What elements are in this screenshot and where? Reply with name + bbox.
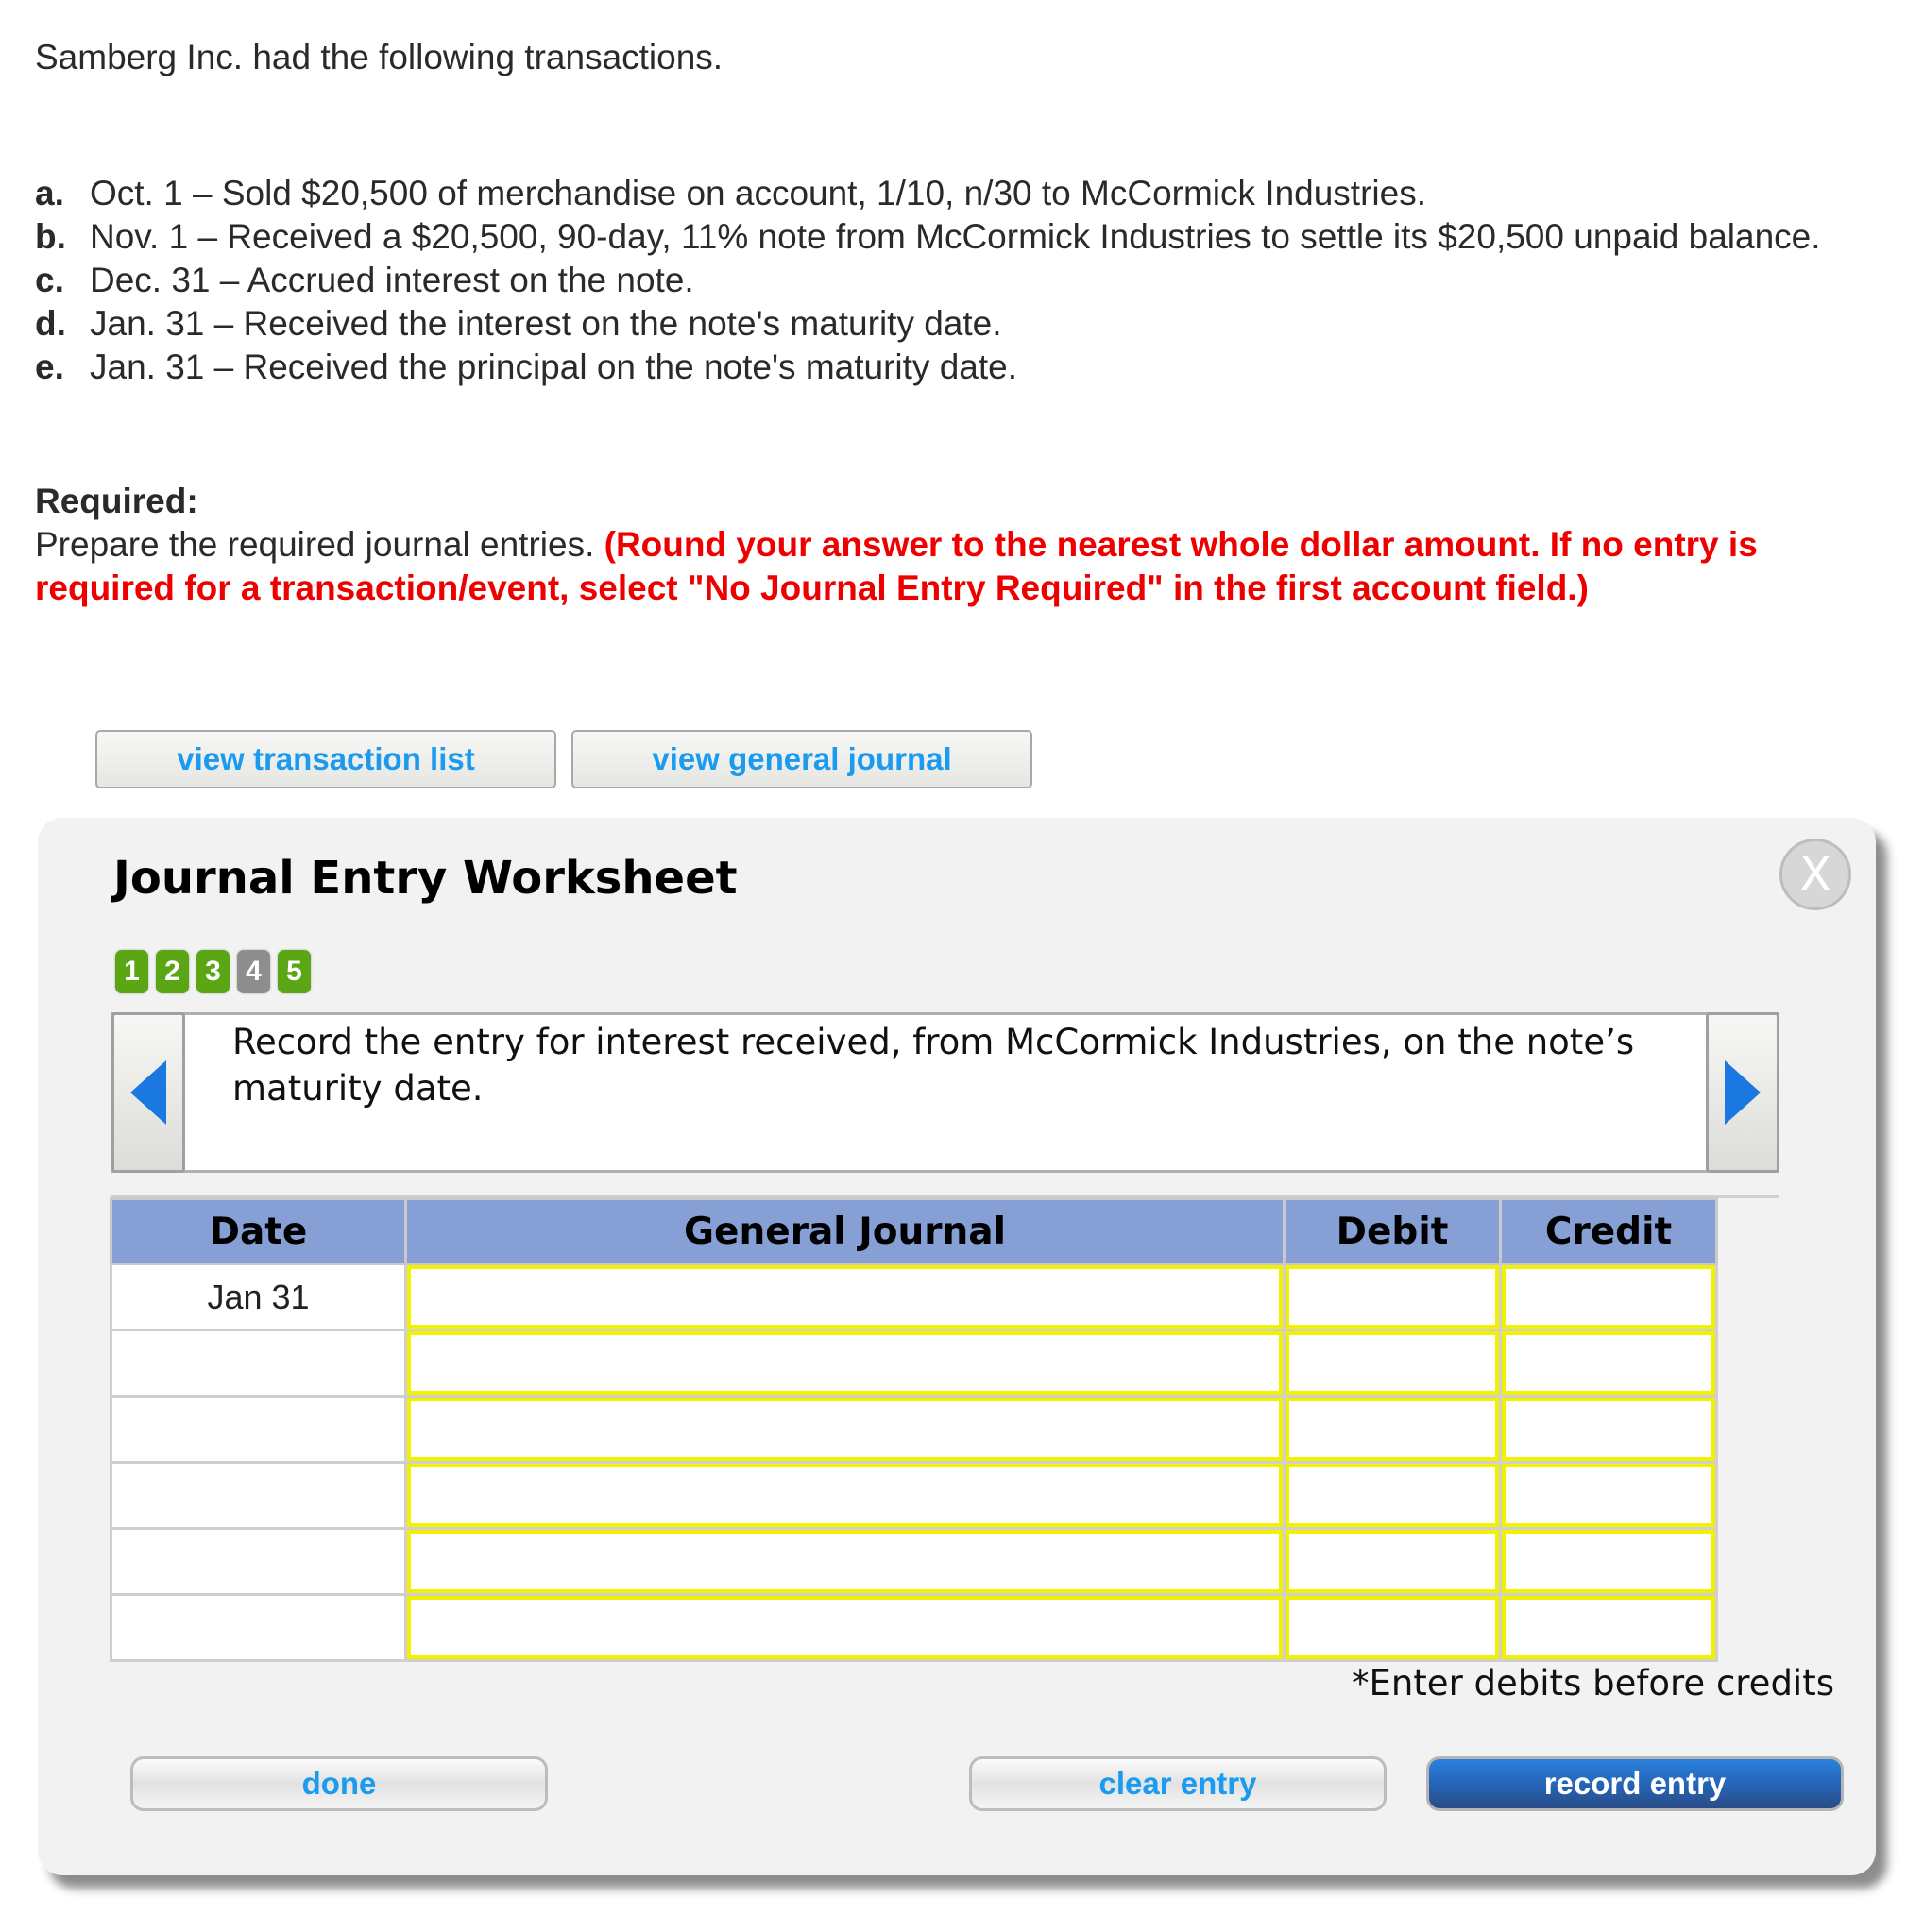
step-2[interactable]: 2 xyxy=(156,950,189,993)
close-button[interactable]: X xyxy=(1779,839,1851,910)
debit-input[interactable] xyxy=(1286,1265,1499,1329)
table-row: Jan 31 xyxy=(110,1263,1718,1331)
transaction-letter: c. xyxy=(35,261,64,299)
date-cell xyxy=(110,1329,407,1398)
debits-before-credits-hint: *Enter debits before credits xyxy=(1351,1663,1834,1703)
step-1[interactable]: 1 xyxy=(115,950,148,993)
table-row xyxy=(110,1527,1718,1596)
date-cell: Jan 31 xyxy=(110,1263,407,1331)
table-row xyxy=(110,1329,1718,1398)
header-date: Date xyxy=(110,1197,407,1265)
account-input[interactable] xyxy=(407,1265,1283,1329)
date-cell xyxy=(110,1395,407,1464)
transaction-text: Dec. 31 – Accrued interest on the note. xyxy=(90,261,694,299)
required-section: Required: Prepare the required journal e… xyxy=(35,480,1830,610)
table-header-row: Date General Journal Debit Credit xyxy=(110,1197,1718,1265)
transaction-item: d. Jan. 31 – Received the interest on th… xyxy=(35,302,1886,346)
view-general-journal-button[interactable]: view general journal xyxy=(571,730,1032,788)
clear-entry-button[interactable]: clear entry xyxy=(969,1756,1387,1811)
credit-input[interactable] xyxy=(1502,1596,1715,1659)
required-instruction: Prepare the required journal entries. xyxy=(35,525,604,564)
transaction-text: Oct. 1 – Sold $20,500 of merchandise on … xyxy=(90,174,1426,212)
step-5[interactable]: 5 xyxy=(278,950,311,993)
debit-input[interactable] xyxy=(1286,1398,1499,1461)
transaction-text: Jan. 31 – Received the principal on the … xyxy=(90,347,1017,386)
record-entry-button[interactable]: record entry xyxy=(1426,1756,1844,1811)
close-icon: X xyxy=(1798,847,1832,902)
worksheet-title: Journal Entry Worksheet xyxy=(113,852,738,905)
header-debit: Debit xyxy=(1283,1197,1502,1265)
table-row xyxy=(110,1593,1718,1662)
table-row xyxy=(110,1395,1718,1464)
transaction-text: Jan. 31 – Received the interest on the n… xyxy=(90,304,1002,343)
arrow-left-icon xyxy=(130,1060,166,1125)
next-button[interactable] xyxy=(1706,1012,1779,1173)
credit-input[interactable] xyxy=(1502,1398,1715,1461)
required-title: Required: xyxy=(35,482,198,520)
arrow-right-icon xyxy=(1725,1060,1761,1125)
transaction-letter: b. xyxy=(35,217,66,256)
date-cell xyxy=(110,1593,407,1662)
header-credit: Credit xyxy=(1499,1197,1718,1265)
account-input[interactable] xyxy=(407,1596,1283,1659)
step-indicator: 1 2 3 4 5 xyxy=(115,950,311,993)
debit-input[interactable] xyxy=(1286,1530,1499,1593)
account-input[interactable] xyxy=(407,1464,1283,1527)
date-cell xyxy=(110,1461,407,1530)
credit-input[interactable] xyxy=(1502,1331,1715,1395)
transaction-letter: a. xyxy=(35,174,64,212)
prompt-text: Record the entry for interest received, … xyxy=(232,1022,1635,1109)
header-general-journal: General Journal xyxy=(404,1197,1286,1265)
table-row xyxy=(110,1461,1718,1530)
intro-text: Samberg Inc. had the following transacti… xyxy=(35,38,724,76)
debit-input[interactable] xyxy=(1286,1596,1499,1659)
account-input[interactable] xyxy=(407,1530,1283,1593)
transaction-item: e. Jan. 31 – Received the principal on t… xyxy=(35,346,1886,389)
journal-table: Date General Journal Debit Credit Jan 31 xyxy=(110,1197,1718,1662)
credit-input[interactable] xyxy=(1502,1530,1715,1593)
transaction-letter: e. xyxy=(35,347,64,386)
prompt-box: Record the entry for interest received, … xyxy=(111,1012,1779,1173)
transaction-item: c. Dec. 31 – Accrued interest on the not… xyxy=(35,259,1886,302)
debit-input[interactable] xyxy=(1286,1331,1499,1395)
transaction-letter: d. xyxy=(35,304,66,343)
journal-entry-worksheet: Journal Entry Worksheet X 1 2 3 4 5 Reco… xyxy=(38,818,1876,1875)
account-input[interactable] xyxy=(407,1398,1283,1461)
credit-input[interactable] xyxy=(1502,1265,1715,1329)
done-button[interactable]: done xyxy=(130,1756,548,1811)
credit-input[interactable] xyxy=(1502,1464,1715,1527)
previous-button[interactable] xyxy=(111,1012,185,1173)
transaction-text: Nov. 1 – Received a $20,500, 90-day, 11%… xyxy=(90,217,1821,256)
transaction-item: b. Nov. 1 – Received a $20,500, 90-day, … xyxy=(35,215,1886,259)
transaction-list: a. Oct. 1 – Sold $20,500 of merchandise … xyxy=(35,172,1886,389)
account-input[interactable] xyxy=(407,1331,1283,1395)
view-transaction-list-button[interactable]: view transaction list xyxy=(95,730,556,788)
transaction-item: a. Oct. 1 – Sold $20,500 of merchandise … xyxy=(35,172,1886,215)
debit-input[interactable] xyxy=(1286,1464,1499,1527)
date-cell xyxy=(110,1527,407,1596)
step-3[interactable]: 3 xyxy=(196,950,230,993)
step-4-current[interactable]: 4 xyxy=(237,950,270,993)
